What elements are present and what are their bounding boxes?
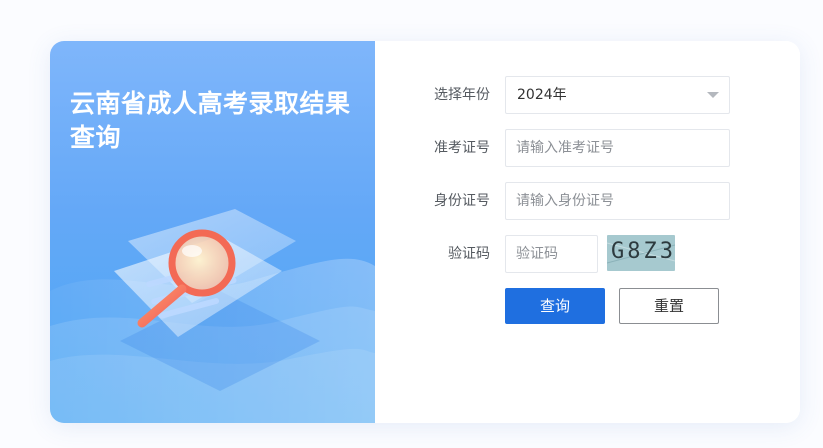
id-no-label: 身份证号 (434, 193, 490, 209)
query-card: 云南省成人高考录取结果查询 选择年份 2024年 准考证号 身份证号 验证码 G… (50, 41, 800, 423)
query-button[interactable]: 查询 (505, 288, 605, 324)
query-form: 选择年份 2024年 准考证号 身份证号 验证码 G8Z3 查询 重置 (375, 41, 800, 423)
captcha-label: 验证码 (448, 246, 490, 262)
year-select[interactable]: 2024年 (505, 76, 730, 114)
banner-panel: 云南省成人高考录取结果查询 (50, 41, 375, 423)
exam-no-label: 准考证号 (434, 140, 490, 156)
exam-no-input[interactable] (505, 129, 730, 167)
page-title: 云南省成人高考录取结果查询 (70, 89, 351, 152)
year-select-value: 2024年 (517, 87, 567, 103)
chevron-down-icon (707, 92, 719, 98)
reset-button[interactable]: 重置 (619, 288, 719, 324)
captcha-image[interactable]: G8Z3 (607, 235, 675, 271)
captcha-code: G8Z3 (611, 239, 675, 264)
year-label: 选择年份 (434, 87, 490, 103)
captcha-input[interactable] (505, 235, 598, 273)
id-no-input[interactable] (505, 182, 730, 220)
